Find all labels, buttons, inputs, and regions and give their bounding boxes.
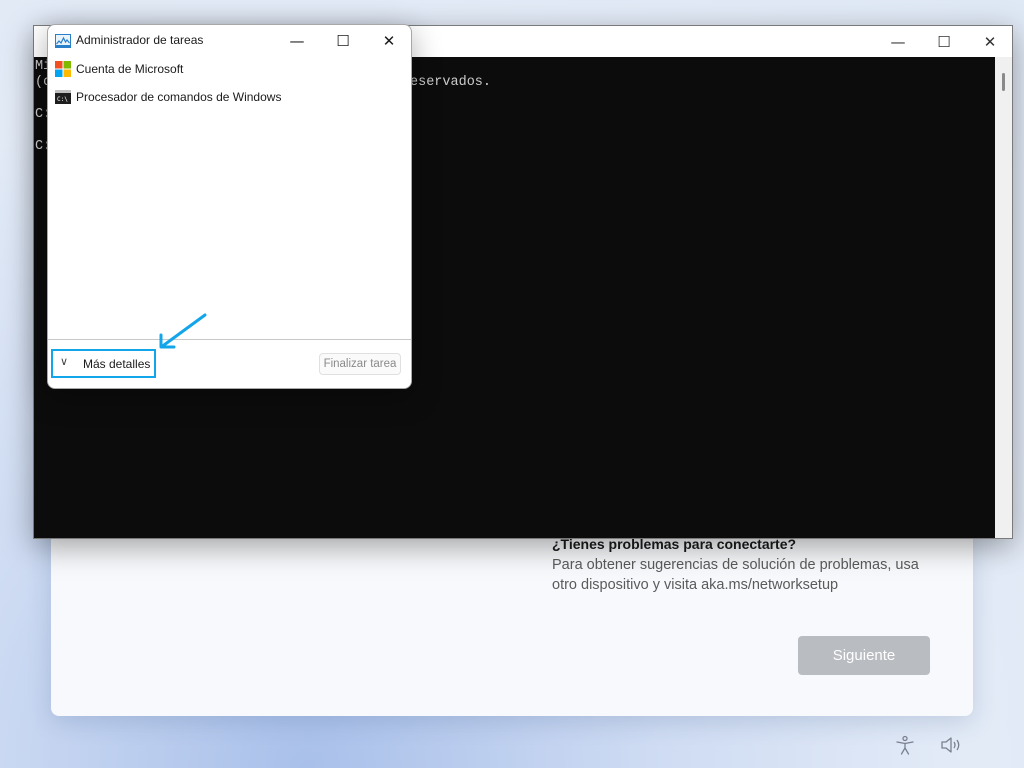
cmd-scrollbar[interactable] (995, 57, 1012, 538)
cmd-close-button[interactable]: ✕ (967, 26, 1013, 57)
task-manager-titlebar[interactable]: Administrador de tareas — ☐ ✕ (48, 25, 411, 56)
next-button[interactable]: Siguiente (798, 636, 930, 675)
task-manager-window[interactable]: Administrador de tareas — ☐ ✕ Cuenta de … (47, 24, 412, 389)
accessibility-icon[interactable] (894, 734, 916, 756)
speaker-icon[interactable] (940, 735, 964, 755)
app-name: Cuenta de Microsoft (76, 62, 184, 76)
highlight-arrow-icon (159, 313, 207, 349)
cmd-minimize-button[interactable]: — (875, 26, 921, 57)
microsoft-logo-icon (55, 61, 71, 77)
task-manager-footer: ∨ Más detalles Finalizar tarea (48, 339, 411, 388)
task-manager-icon (55, 34, 71, 48)
minimize-button[interactable]: — (274, 25, 320, 56)
cmd-icon: C:\ (55, 90, 71, 104)
help-description: Para obtener sugerencias de solución de … (552, 557, 919, 593)
close-button[interactable]: ✕ (366, 25, 411, 56)
app-name: Procesador de comandos de Windows (76, 90, 282, 104)
cmd-maximize-button[interactable]: ☐ (921, 26, 967, 57)
more-details-button[interactable]: ∨ Más detalles (51, 349, 156, 378)
scrollbar-thumb[interactable] (1002, 73, 1005, 91)
maximize-button[interactable]: ☐ (320, 25, 366, 56)
window-title: Administrador de tareas (76, 33, 204, 47)
chevron-down-icon: ∨ (60, 355, 69, 368)
app-list-item[interactable]: C:\ Procesador de comandos de Windows (48, 83, 411, 111)
more-details-label: Más detalles (83, 357, 151, 371)
console-line: eservados. (410, 75, 492, 90)
app-list-item[interactable]: Cuenta de Microsoft (48, 55, 411, 83)
svg-text:C:\: C:\ (57, 96, 68, 103)
end-task-button[interactable]: Finalizar tarea (319, 353, 401, 375)
